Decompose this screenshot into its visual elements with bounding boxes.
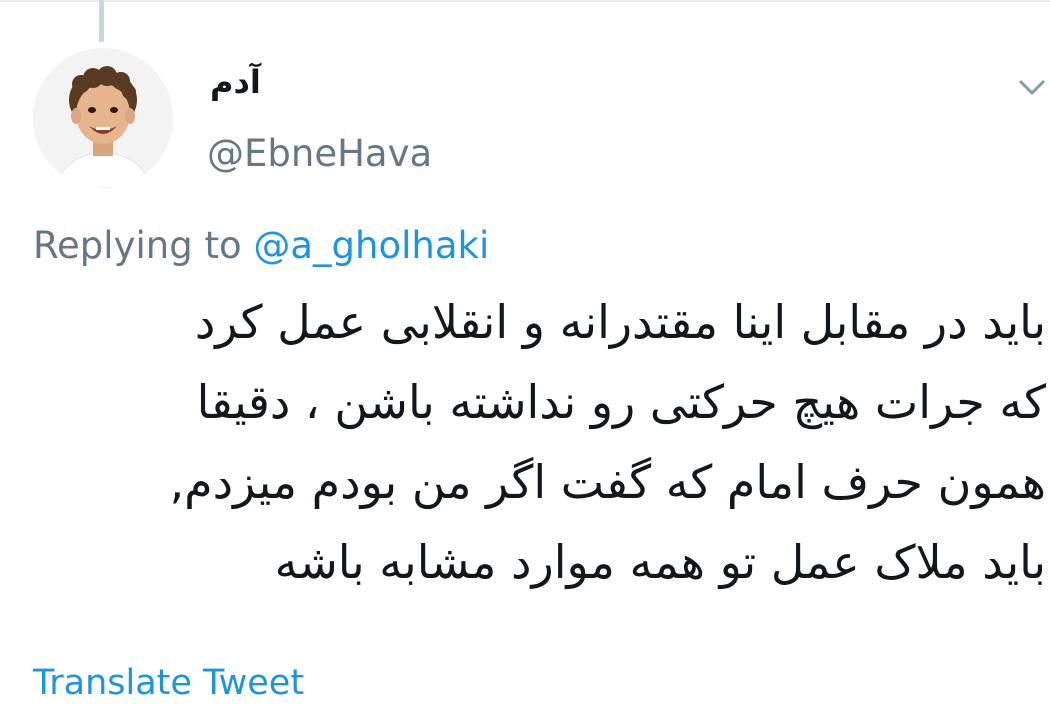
- avatar-photo: [33, 48, 173, 188]
- avatar[interactable]: [33, 48, 173, 188]
- top-divider: [0, 0, 1050, 2]
- user-handle[interactable]: @EbneHava: [207, 130, 432, 178]
- display-name[interactable]: آدم: [210, 62, 261, 102]
- thread-connector-line: [99, 0, 104, 42]
- replying-to-label: Replying to: [33, 224, 242, 267]
- reply-mention-link[interactable]: @a_gholhaki: [253, 224, 489, 267]
- replying-to-line: Replying to @a_gholhaki: [33, 222, 489, 270]
- tweet-text-line: باید ملاک عمل تو همه موارد مشابه باشه: [274, 535, 1046, 589]
- tweet-text-line: که جرات هیچ حرکتی رو نداشته باشن ، دقیقا: [196, 375, 1046, 429]
- translate-tweet-link[interactable]: Translate Tweet: [33, 660, 304, 706]
- tweet-text-line: باید در مقابل اینا مقتدرانه و انقلابی عم…: [194, 295, 1046, 349]
- chevron-down-icon[interactable]: [1018, 76, 1046, 98]
- tweet-text: باید در مقابل اینا مقتدرانه و انقلابی عم…: [40, 282, 1046, 602]
- tweet-text-line: همون حرف امام که گفت اگر من بودم میزدم,: [169, 455, 1046, 509]
